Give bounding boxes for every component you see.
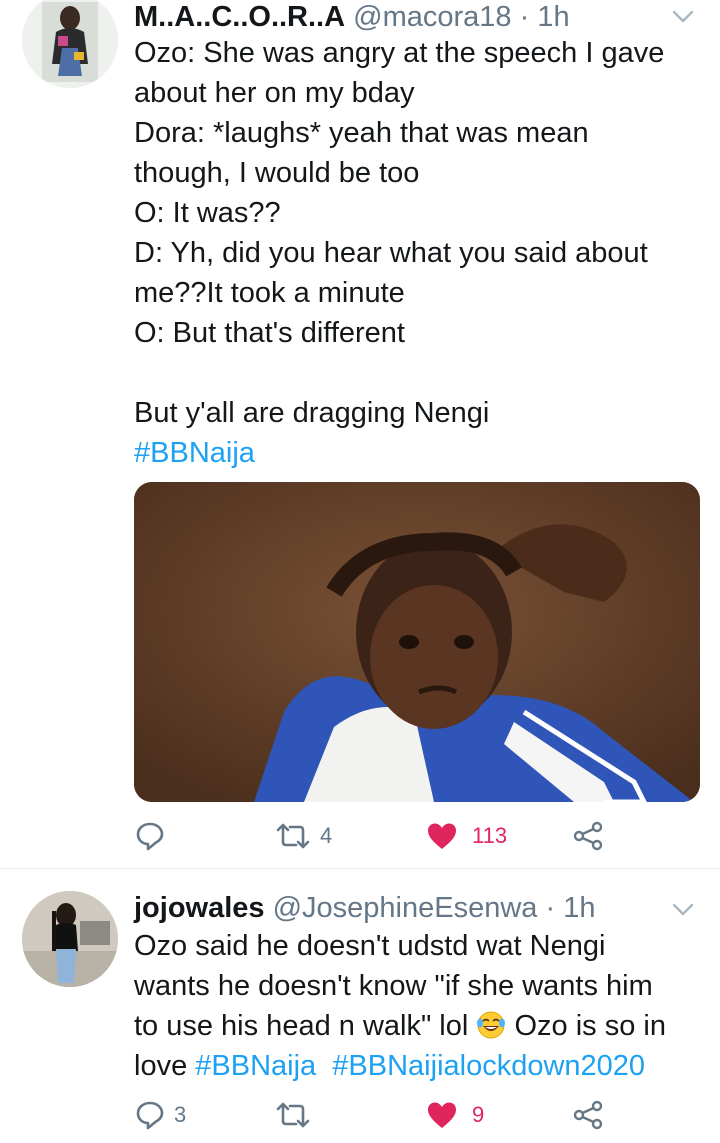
retweet-button[interactable] [274,1097,320,1133]
share-button[interactable] [572,1097,612,1133]
avatar[interactable] [22,891,118,987]
avatar-image [22,0,118,88]
retweet-count: 4 [320,823,333,848]
handle[interactable]: @macora18 [353,1,511,33]
text-line: love #BBNaija #BBNaijialockdown2020 [134,1046,694,1086]
heart-icon [428,823,456,849]
hashtag-link[interactable]: #BBNaija [195,1050,316,1082]
reply-icon [136,1101,164,1130]
like-count: 9 [472,1102,485,1127]
share-icon [573,1100,603,1130]
text-line: me??It took a minute [134,277,405,309]
text-line: wants he doesn't know "if she wants him [134,970,653,1002]
display-name[interactable]: jojowales [134,892,265,924]
text-line: Ozo: She was angry at the speech I gave [134,37,665,69]
tweet-header: M..A..C..O..R..A @macora18 · 1h [134,0,570,34]
avatar-image [22,891,118,987]
text-line: though, I would be too [134,157,420,189]
share-button[interactable] [572,818,612,854]
like-button[interactable]: 113 [426,818,507,854]
chevron-down-icon[interactable] [670,899,696,919]
reply-button[interactable] [134,818,174,854]
separator: · [545,892,556,924]
text-segment: Ozo is so in [514,1010,666,1042]
like-count: 113 [472,823,508,848]
meme-image [134,482,700,802]
text-line: to use his head n walk" lol Ozo is so in [134,1006,694,1046]
tweet[interactable]: M..A..C..O..R..A @macora18 · 1h Ozo: She… [0,0,720,868]
avatar[interactable] [22,0,118,88]
tweet-actions: 3 9 [134,1097,700,1133]
like-button[interactable]: 9 [426,1097,484,1133]
retweet-icon [276,1102,310,1128]
separator: · [519,1,530,33]
display-name[interactable]: M..A..C..O..R..A [134,1,345,33]
timestamp[interactable]: 1h [537,1,569,33]
retweet-button[interactable]: 4 [274,818,332,854]
text-line: about her on my bday [134,77,415,109]
text-line: Dora: *laughs* yeah that was mean [134,117,589,149]
tweet-image[interactable] [134,482,700,802]
tweet[interactable]: jojowales @JosephineEsenwa · 1h Ozo said… [0,869,720,1143]
handle[interactable]: @JosephineEsenwa [273,892,538,924]
tweet-actions: 4 113 [134,818,700,854]
reply-icon [136,822,164,851]
timestamp[interactable]: 1h [563,892,595,924]
text-line: D: Yh, did you hear what you said about [134,237,648,269]
text-segment: to use his head n walk" lol [134,1010,469,1042]
text-segment: love [134,1050,188,1082]
text-line: But y'all are dragging Nengi [134,397,490,429]
share-icon [573,821,603,851]
reply-button[interactable]: 3 [134,1097,186,1133]
face-with-tears-of-joy-icon [477,1011,506,1039]
tweet-text: Ozo: She was angry at the speech I gave … [134,33,694,473]
text-line: O: It was?? [134,197,281,229]
heart-icon [428,1102,456,1128]
retweet-icon [276,823,310,849]
text-line: Ozo said he doesn't udstd wat Nengi [134,930,606,962]
tweet-header: jojowales @JosephineEsenwa · 1h [134,891,596,925]
hashtag-link[interactable]: #BBNaijialockdown2020 [332,1050,645,1082]
text-line: O: But that's different [134,317,405,349]
chevron-down-icon[interactable] [670,6,696,26]
reply-count: 3 [174,1102,187,1127]
tweet-text: Ozo said he doesn't udstd wat Nengi want… [134,926,694,1086]
hashtag-link[interactable]: #BBNaija [134,433,694,473]
